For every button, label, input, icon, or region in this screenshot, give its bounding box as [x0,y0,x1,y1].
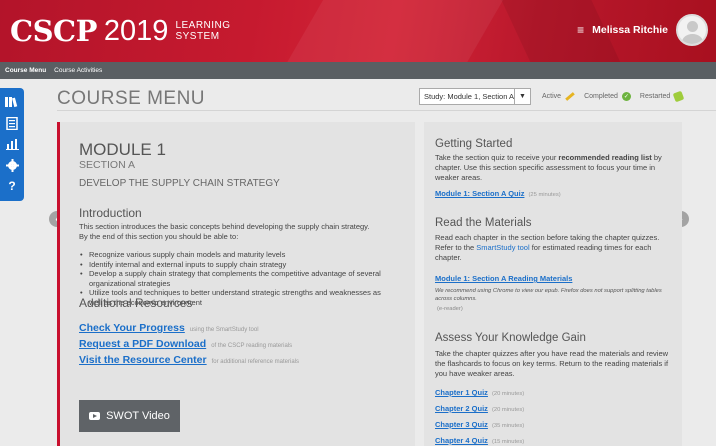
tab-course-menu[interactable]: Course Menu [5,67,46,74]
browser-note: We recommend using Chrome to view our ep… [435,288,662,302]
legend-active-label: Active [542,93,562,100]
module-panel: MODULE 1 SECTION A DEVELOP THE SUPPLY CH… [57,122,415,446]
course-tabs: Course Menu Course Activities [0,62,716,79]
chart-icon[interactable] [5,137,19,151]
resource-note: using the SmartStudy tool [189,327,259,333]
section-quiz-link[interactable]: Module 1: Section A Quiz [435,189,524,198]
chapter-4-quiz-link[interactable]: Chapter 4 Quiz [435,436,488,445]
quiz-duration: (20 minutes) [491,391,525,397]
module-title: MODULE 1 [79,140,166,159]
legend-completed: Completed ✓ [584,92,631,101]
assess-text: Take the chapter quizzes after you have … [435,349,669,378]
list-item: Identify internal and external inputs to… [79,260,389,270]
page-title: COURSE MENU [57,88,206,109]
check-progress-link[interactable]: Check Your Progress [79,322,185,334]
status-legend: Active Completed ✓ Restarted [542,90,692,103]
logo-main: CSCP [10,14,97,48]
smartstudy-tool-link[interactable]: SmartStudy tool [476,243,529,252]
getting-started-heading: Getting Started [435,138,513,150]
quiz-duration: (35 minutes) [491,423,525,429]
section-quiz-duration: (25 minutes) [528,192,561,198]
chevron-down-icon[interactable]: ▼ [514,89,530,104]
section-quiz: Module 1: Section A Quiz (25 minutes) [435,189,561,198]
hamburger-menu-icon[interactable]: ≡ [577,23,584,37]
reading-materials-link[interactable]: Module 1: Section A Reading Materials [435,274,572,283]
tool-rail: ? [0,88,24,201]
resource-center: Visit the Resource Center for additional… [79,354,299,366]
chapter-quiz: Chapter 1 Quiz (20 minutes) [435,388,524,397]
tab-course-activities[interactable]: Course Activities [54,67,102,74]
resource-note: of the CSCP reading materials [211,343,293,349]
module-description: DEVELOP THE SUPPLY CHAIN STRATEGY [79,178,280,189]
getting-started-text: Take the section quiz to receive your re… [435,153,675,183]
chapter-quiz: Chapter 3 Quiz (35 minutes) [435,420,524,429]
gear-icon[interactable] [5,158,19,172]
legend-restarted-label: Restarted [639,93,671,100]
intro-text: This section introduces the basic concep… [79,222,370,241]
additional-resources-heading: Additional Resources [79,296,193,310]
resource-note: for additional reference materials [211,359,299,365]
intro-heading: Introduction [79,206,142,220]
user-menu[interactable]: ≡ Melissa Ritchie [577,14,708,46]
assess-heading: Assess Your Knowledge Gain [435,332,586,344]
chapter-3-quiz-link[interactable]: Chapter 3 Quiz [435,420,488,429]
restart-icon [673,90,685,103]
resource-pdf-download: Request a PDF Download of the CSCP readi… [79,338,292,350]
quiz-duration: (15 minutes) [491,439,525,445]
ereader-link[interactable]: (e-reader) [437,306,463,312]
swot-video-button[interactable]: SWOT Video [79,400,180,432]
module-section: SECTION A [79,159,136,171]
legend-active: Active [542,92,575,101]
resource-center-link[interactable]: Visit the Resource Center [79,354,207,366]
avatar-head [687,21,698,32]
logo-sub-line2: SYSTEM [175,31,220,42]
reading-materials: Module 1: Section A Reading Materials [435,274,572,283]
document-icon[interactable] [5,116,19,130]
legend-restarted: Restarted [639,90,685,103]
logo-year: 2019 [103,14,169,47]
check-icon: ✓ [621,92,631,101]
pdf-download-link[interactable]: Request a PDF Download [79,338,206,350]
avatar[interactable] [676,14,708,46]
study-steps-panel: Getting Started Take the section quiz to… [424,122,682,446]
app-header: CSCP 2019 LEARNING SYSTEM ≡ Melissa Ritc… [0,0,716,62]
swot-video-label: SWOT Video [106,410,170,422]
video-play-icon [89,412,101,420]
list-item: Develop a supply chain strategy that com… [79,269,389,288]
header-decoration [265,0,515,62]
pencil-icon [565,92,575,101]
read-materials-heading: Read the Materials [435,217,532,229]
read-materials-text: Read each chapter in the section before … [435,233,675,263]
resource-check-progress: Check Your Progress using the SmartStudy… [79,322,259,334]
user-name[interactable]: Melissa Ritchie [592,24,668,36]
list-item: Recognize various supply chain models an… [79,250,389,260]
chapter-1-quiz-link[interactable]: Chapter 1 Quiz [435,388,488,397]
quiz-duration: (20 minutes) [491,407,525,413]
study-select[interactable]: Study: Module 1, Section A ▼ [419,88,531,105]
chapter-2-quiz-link[interactable]: Chapter 2 Quiz [435,404,488,413]
library-icon[interactable] [5,95,19,109]
study-select-value: Study: Module 1, Section A [424,92,515,101]
app-logo[interactable]: CSCP 2019 LEARNING SYSTEM [10,14,231,48]
logo-sub-line1: LEARNING [175,20,231,31]
divider [57,110,716,111]
recommended-reading-list-emphasis: recommended reading list [558,153,652,162]
logo-subtitle: LEARNING SYSTEM [175,20,230,42]
chapter-quiz: Chapter 4 Quiz (15 minutes) [435,436,524,445]
help-icon[interactable]: ? [5,179,19,193]
getting-started-text-pre: Take the section quiz to receive your [435,153,559,162]
avatar-body [682,34,703,44]
legend-completed-label: Completed [584,93,618,100]
chapter-quiz: Chapter 2 Quiz (20 minutes) [435,404,524,413]
